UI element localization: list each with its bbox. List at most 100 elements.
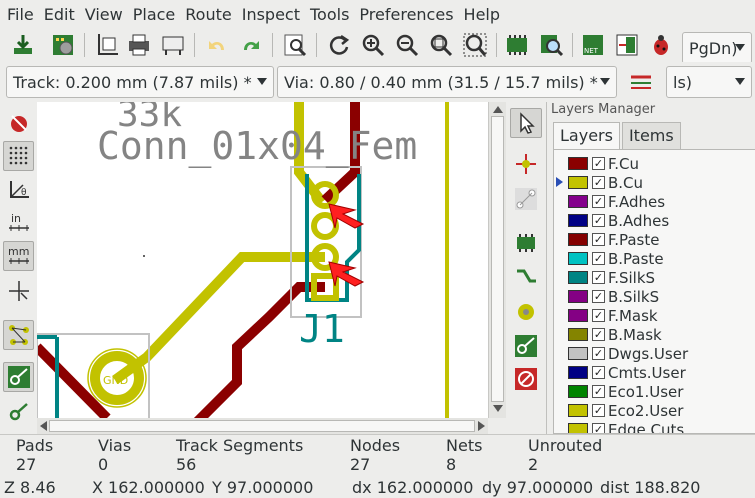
pcb-canvas[interactable]: 33k Conn_01x04_Fem J1 GND [37, 102, 488, 418]
layer-visibility-checkbox[interactable]: ✓ [592, 385, 605, 398]
grid-select[interactable]: ls) [666, 66, 752, 98]
grid-toggle-icon[interactable] [3, 141, 34, 171]
zoom-fit-icon[interactable] [426, 30, 456, 60]
menu-help[interactable]: Help [461, 5, 507, 24]
layer-visibility-checkbox[interactable]: ✓ [592, 157, 605, 170]
layer-color-swatch[interactable] [568, 271, 588, 284]
redo-icon[interactable] [236, 30, 266, 60]
add-zone-icon[interactable] [510, 331, 542, 361]
layer-row[interactable]: ✓ F.Adhes [554, 192, 754, 211]
tab-items[interactable]: Items [621, 122, 681, 149]
route-single-track-icon[interactable] [3, 362, 34, 392]
layer-visibility-checkbox[interactable]: ✓ [592, 195, 605, 208]
active-layer-select[interactable]: PgDn) [682, 32, 752, 64]
page-settings-icon[interactable] [92, 30, 122, 60]
add-keepout-icon[interactable] [510, 364, 542, 394]
layer-color-swatch[interactable] [568, 195, 588, 208]
layer-row[interactable]: ✓ Edge.Cuts [554, 420, 754, 433]
zoom-out-icon[interactable] [392, 30, 422, 60]
layer-row[interactable]: ✓ F.Cu [554, 154, 754, 173]
footprint-browser-icon[interactable] [536, 30, 566, 60]
add-via-icon[interactable] [510, 297, 542, 327]
scroll-thumb[interactable] [49, 420, 475, 432]
menu-tools[interactable]: Tools [307, 5, 356, 24]
zoom-selection-icon[interactable] [460, 30, 490, 60]
layer-color-swatch[interactable] [568, 404, 588, 417]
layer-row[interactable]: ✓ F.SilkS [554, 268, 754, 287]
layer-visibility-checkbox[interactable]: ✓ [592, 423, 605, 433]
layer-visibility-checkbox[interactable]: ✓ [592, 290, 605, 303]
layer-color-swatch[interactable] [568, 309, 588, 322]
cursor-shape-icon[interactable] [3, 276, 34, 306]
layer-visibility-checkbox[interactable]: ✓ [592, 366, 605, 379]
scroll-thumb[interactable] [491, 116, 504, 402]
layer-visibility-checkbox[interactable]: ✓ [592, 214, 605, 227]
layer-row[interactable]: ✓ Eco2.User [554, 401, 754, 420]
scroll-right-icon[interactable] [478, 421, 485, 431]
layer-color-swatch[interactable] [568, 214, 588, 227]
canvas-horizontal-scrollbar[interactable] [37, 418, 488, 434]
drc-bug-icon[interactable] [646, 30, 676, 60]
layer-color-swatch[interactable] [568, 347, 588, 360]
tab-layers[interactable]: Layers [553, 122, 620, 149]
highlight-net-icon[interactable] [510, 149, 542, 179]
board-setup-icon[interactable] [48, 30, 78, 60]
menu-place[interactable]: Place [130, 5, 183, 24]
layer-visibility-checkbox[interactable]: ✓ [592, 176, 605, 189]
layer-visibility-checkbox[interactable]: ✓ [592, 309, 605, 322]
undo-icon[interactable] [202, 30, 232, 60]
layer-color-swatch[interactable] [568, 157, 588, 170]
menu-file[interactable]: File [4, 5, 41, 24]
scroll-down-icon[interactable] [493, 405, 503, 412]
select-tool-icon[interactable] [510, 108, 542, 138]
layer-row[interactable]: ✓ F.Mask [554, 306, 754, 325]
update-pcb-icon[interactable] [612, 30, 642, 60]
menu-view[interactable]: View [82, 5, 130, 24]
plot-icon[interactable] [124, 30, 154, 60]
units-inches-icon[interactable]: in [3, 208, 34, 238]
scroll-left-icon[interactable] [40, 421, 47, 431]
scroll-up-icon[interactable] [493, 106, 503, 113]
route-track-icon[interactable] [510, 262, 542, 292]
menu-preferences[interactable]: Preferences [356, 5, 460, 24]
add-footprint-icon[interactable] [510, 228, 542, 258]
track-outline-icon[interactable] [3, 397, 34, 427]
layer-color-swatch[interactable] [568, 366, 588, 379]
track-width-auto-icon[interactable] [626, 67, 656, 97]
track-width-select[interactable]: Track: 0.200 mm (7.87 mils) * [6, 66, 274, 98]
save-board-icon[interactable] [8, 30, 38, 60]
layer-visibility-checkbox[interactable]: ✓ [592, 404, 605, 417]
layer-row[interactable]: ✓ B.Cu [554, 173, 754, 192]
layer-visibility-checkbox[interactable]: ✓ [592, 271, 605, 284]
footprint-editor-icon[interactable] [502, 30, 532, 60]
layer-row[interactable]: ✓ B.Adhes [554, 211, 754, 230]
layer-color-swatch[interactable] [568, 252, 588, 265]
netlist-icon[interactable]: NET [578, 30, 608, 60]
show-ratsnest-icon[interactable] [3, 320, 34, 350]
local-ratsnest-icon[interactable] [510, 184, 542, 214]
layer-visibility-checkbox[interactable]: ✓ [592, 252, 605, 265]
layer-color-swatch[interactable] [568, 176, 588, 189]
via-size-select[interactable]: Via: 0.80 / 0.40 mm (31.5 / 15.7 mils) * [277, 66, 617, 98]
menu-inspect[interactable]: Inspect [239, 5, 307, 24]
layer-color-swatch[interactable] [568, 385, 588, 398]
layer-color-swatch[interactable] [568, 328, 588, 341]
canvas-vertical-scrollbar[interactable] [488, 102, 506, 418]
layer-row[interactable]: ✓ B.Mask [554, 325, 754, 344]
layer-color-swatch[interactable] [568, 233, 588, 246]
find-icon[interactable] [280, 30, 310, 60]
layer-visibility-checkbox[interactable]: ✓ [592, 233, 605, 246]
layer-visibility-checkbox[interactable]: ✓ [592, 328, 605, 341]
layer-color-swatch[interactable] [568, 290, 588, 303]
layer-row[interactable]: ✓ Eco1.User [554, 382, 754, 401]
layer-row[interactable]: ✓ B.SilkS [554, 287, 754, 306]
polar-coords-icon[interactable]: θ [3, 174, 34, 204]
layer-color-swatch[interactable] [568, 423, 588, 433]
units-mm-icon[interactable]: mm [3, 241, 34, 271]
print-icon[interactable] [158, 30, 188, 60]
layer-row[interactable]: ✓ F.Paste [554, 230, 754, 249]
layer-row[interactable]: ✓ B.Paste [554, 249, 754, 268]
layer-row[interactable]: ✓ Cmts.User [554, 363, 754, 382]
menu-route[interactable]: Route [182, 5, 238, 24]
layer-visibility-checkbox[interactable]: ✓ [592, 347, 605, 360]
